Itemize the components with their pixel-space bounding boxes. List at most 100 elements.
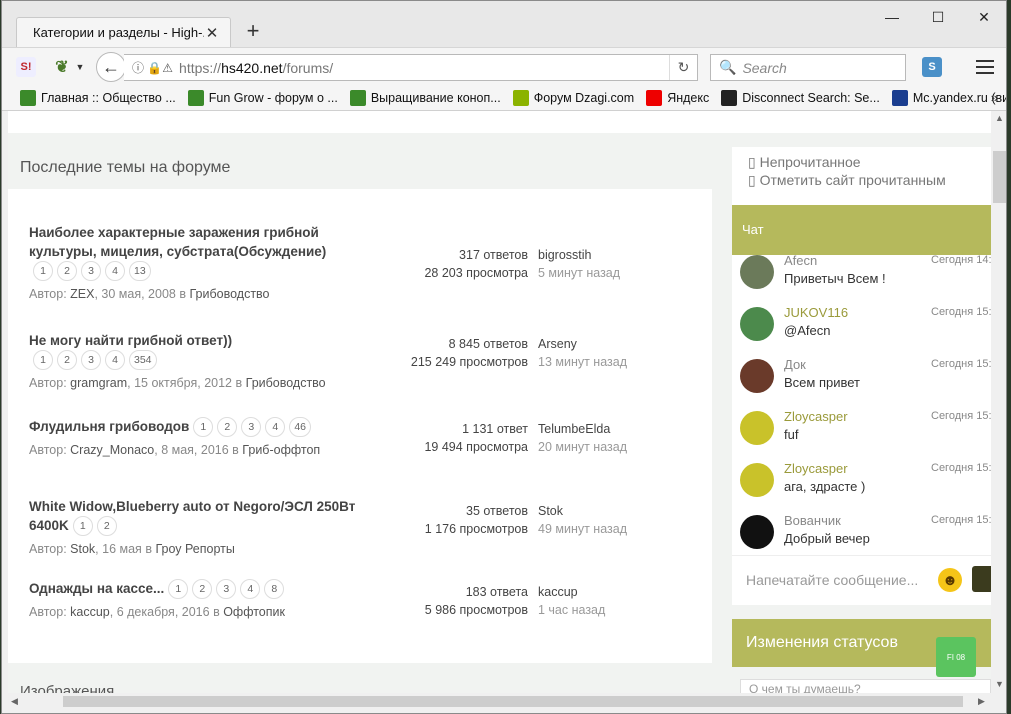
new-tab-button[interactable]: + [242,19,264,43]
vertical-scrollbar[interactable]: ▲ ▼ [991,111,1006,693]
site-info-icon[interactable]: ⓘ 🔒⚠ [132,59,173,76]
page-link[interactable]: 13 [129,261,151,282]
last-post-time[interactable]: 20 минут назад [538,438,698,456]
horizontal-scroll-thumb[interactable] [63,696,963,707]
status-input[interactable]: О чем ты думаешь? [740,679,991,693]
last-post-time[interactable]: 49 минут назад [538,520,698,538]
topic-author[interactable]: Stok [70,542,95,556]
topic-author[interactable]: kaccup [70,605,110,619]
tab-close-icon[interactable]: ✕ [204,24,220,42]
page-link[interactable]: 2 [192,579,213,600]
last-post-time[interactable]: 5 минут назад [538,264,698,282]
topic-title[interactable]: Наиболее характерные заражения грибной к… [29,225,326,259]
hamburger-menu-icon[interactable] [974,57,996,77]
topic-title[interactable]: Не могу найти грибной ответ)) [29,333,232,348]
topic-author[interactable]: Crazy_Monaco [70,443,154,457]
chevron-down-icon[interactable]: ▼ [70,57,90,77]
scroll-up-icon[interactable]: ▲ [995,113,1004,123]
bookmark-item[interactable]: Яндекс [646,89,710,106]
page-link[interactable]: 3 [81,350,101,371]
bookmark-label: Яндекс [667,90,710,105]
chat-username[interactable]: Док [784,357,806,372]
topic-section[interactable]: Гриб-оффтоп [242,443,320,457]
close-window-button[interactable]: ✕ [974,7,994,27]
page-link[interactable]: 3 [241,417,262,438]
topic-title[interactable]: Флудильня грибоводов [29,419,189,434]
chat-username[interactable]: Afecn [784,255,817,268]
page-link[interactable]: 4 [240,579,261,600]
avatar[interactable] [740,515,774,549]
extension-s-blue-icon[interactable]: S [922,57,942,77]
chat-username[interactable]: Вованчик [784,513,841,528]
send-button[interactable] [972,566,991,592]
chat-input[interactable]: Напечатайте сообщение... ☻ [732,555,991,605]
chat-username[interactable]: JUKOV116 [784,305,848,320]
extension-leaf-icon[interactable]: ❦ [52,57,72,77]
topic-section[interactable]: Грибоводство [189,287,269,301]
page-link[interactable]: 2 [57,261,77,282]
scroll-left-icon[interactable]: ◀ [11,696,18,707]
last-post-user[interactable]: TelumbeElda [538,420,698,438]
page-link[interactable]: 2 [96,516,117,537]
vertical-scroll-thumb[interactable] [993,151,1006,203]
avatar[interactable] [740,463,774,497]
page-link[interactable]: 46 [289,417,312,438]
avatar[interactable] [740,307,774,341]
horizontal-scrollbar[interactable]: ◀ ▶ [8,693,991,710]
last-post-user[interactable]: Arseny [538,335,698,353]
bookmark-item[interactable]: Форум Dzagi.com [512,89,634,106]
extension-s-icon[interactable]: S! [16,57,36,77]
page-link[interactable]: 4 [265,417,286,438]
page-link[interactable]: 2 [57,350,77,371]
avatar[interactable] [740,411,774,445]
chat-username[interactable]: Zloycasper [784,461,848,476]
back-button[interactable]: ← [96,52,126,82]
topic-author[interactable]: ZEX [70,287,94,301]
unread-link[interactable]: ▯ Непрочитанное [748,153,975,171]
page-link[interactable]: 1 [168,579,189,600]
url-text[interactable]: https://hs420.net/forums/ [179,60,669,76]
last-post-user[interactable]: bigrosstih [538,246,698,264]
topic-section[interactable]: Оффтопик [223,605,285,619]
avatar[interactable] [740,255,774,289]
scroll-right-icon[interactable]: ▶ [978,696,985,707]
bookmarks-overflow-icon[interactable]: » [991,90,998,105]
page-link[interactable]: 3 [216,579,237,600]
last-post-user[interactable]: Stok [538,502,698,520]
floating-fi-button[interactable]: FI 08 [936,637,976,677]
bookmark-item[interactable]: Главная :: Общество ... [20,89,176,106]
page-link[interactable]: 4 [105,350,125,371]
browser-window: Категории и разделы - High-... ✕ + — ☐ ✕… [1,0,1007,714]
scroll-down-icon[interactable]: ▼ [995,679,1004,689]
page-link[interactable]: 1 [72,516,93,537]
last-post-time[interactable]: 13 минут назад [538,353,698,371]
bookmark-item[interactable]: Mc.yandex.ru (вирус) [891,89,1006,106]
browser-tab[interactable]: Категории и разделы - High-... ✕ [16,17,231,47]
minimize-button[interactable]: — [882,7,902,27]
url-bar[interactable]: ⓘ 🔒⚠ https://hs420.net/forums/ ↻ [124,54,698,81]
mark-read-link[interactable]: ▯ Отметить сайт прочитанным [748,171,975,189]
page-link[interactable]: 4 [105,261,125,282]
page-link[interactable]: 2 [217,417,238,438]
page-link[interactable]: 3 [81,261,101,282]
page-link[interactable]: 1 [33,350,53,371]
reload-icon[interactable]: ↻ [669,55,697,80]
topic-section[interactable]: Грибоводство [246,376,326,390]
topic-author[interactable]: gramgram [70,376,127,390]
chat-username[interactable]: Zloycasper [784,409,848,424]
smiley-icon[interactable]: ☻ [938,568,962,592]
bookmark-item[interactable]: Disconnect Search: Se... [721,89,880,106]
bookmark-item[interactable]: Fun Grow - форум о ... [187,89,338,106]
topic-title[interactable]: Однажды на кассе... [29,581,164,596]
topic-section[interactable]: Гроу Репорты [155,542,234,556]
maximize-button[interactable]: ☐ [928,7,948,27]
last-post-time[interactable]: 1 час назад [538,601,698,619]
page-link[interactable]: 354 [129,350,157,371]
bookmark-item[interactable]: Выращивание коноп... [349,89,501,106]
page-link[interactable]: 1 [193,417,214,438]
avatar[interactable] [740,359,774,393]
page-link[interactable]: 1 [33,261,53,282]
last-post-user[interactable]: kaccup [538,583,698,601]
search-input[interactable]: 🔍 Search [710,54,906,81]
page-link[interactable]: 8 [264,579,285,600]
